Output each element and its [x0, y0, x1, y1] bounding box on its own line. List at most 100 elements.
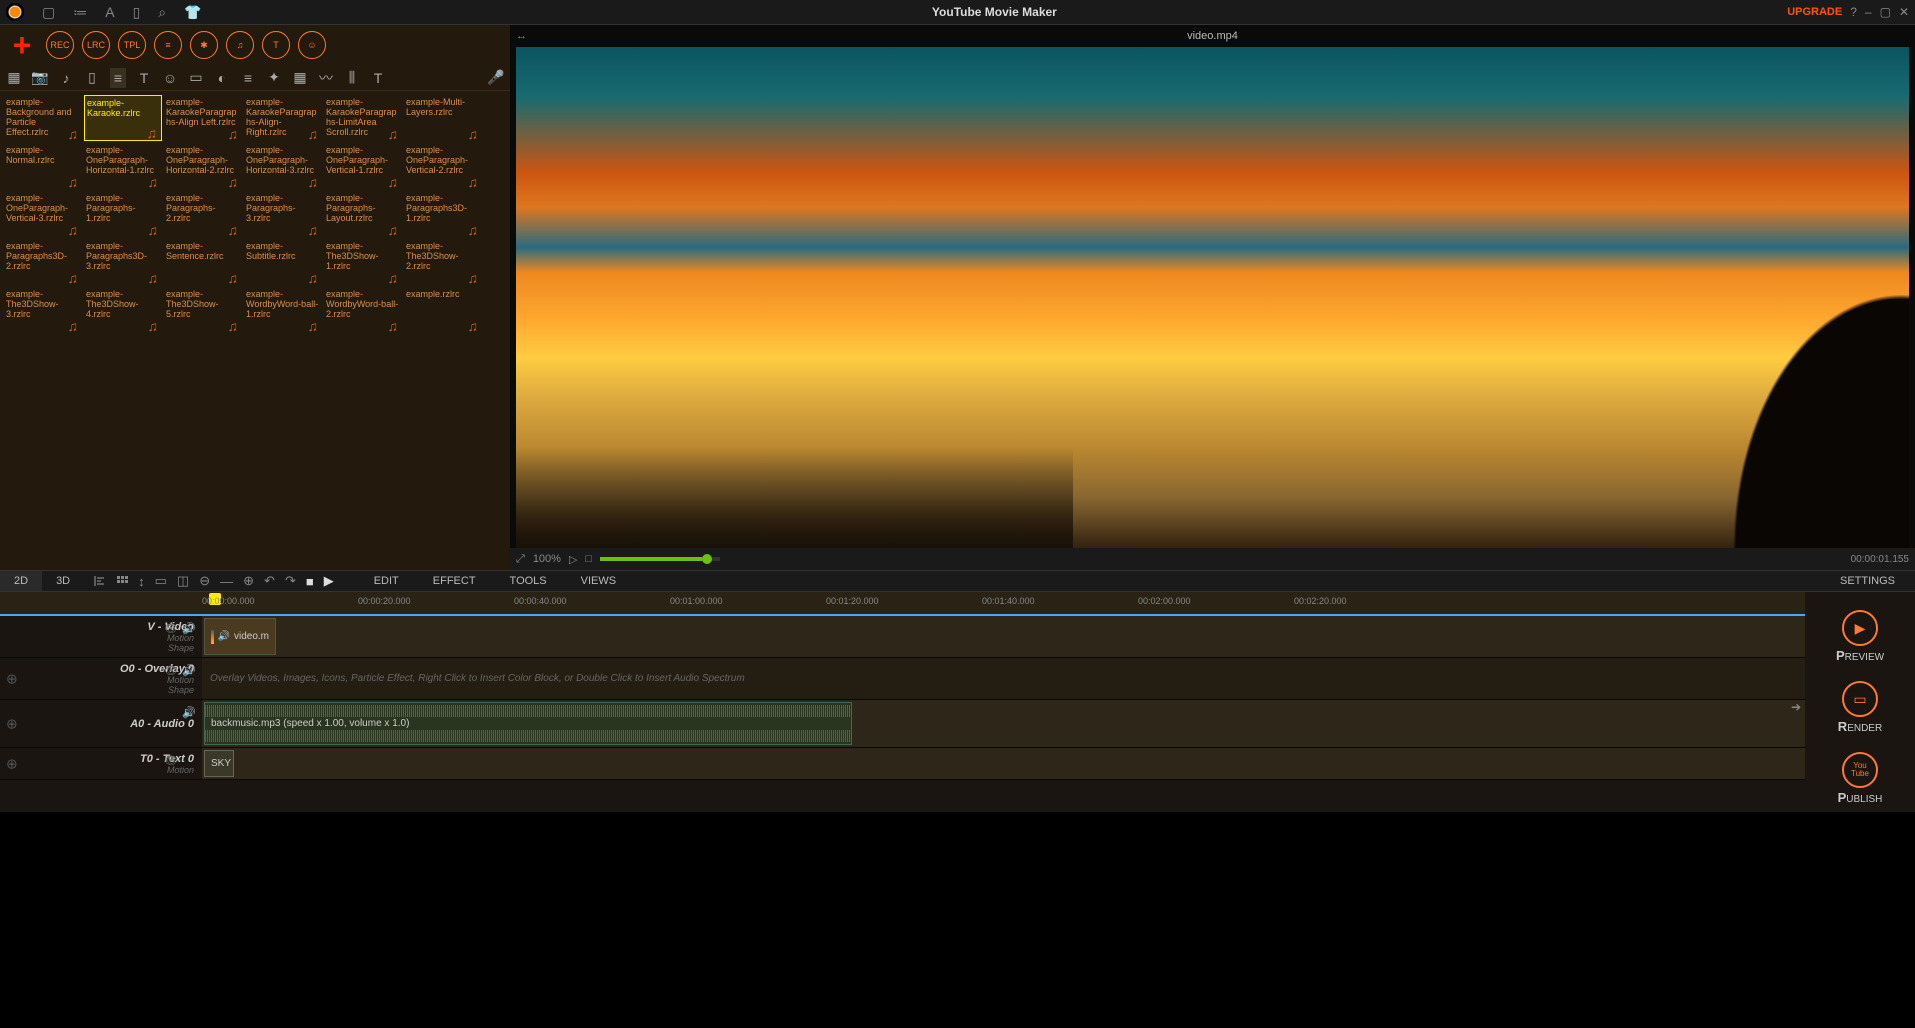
track-audio-mute-icon[interactable]: 🔊 — [182, 706, 196, 719]
play-icon[interactable]: ▷ — [569, 553, 577, 566]
menu-edit[interactable]: EDIT — [374, 575, 399, 587]
select-icon[interactable]: ▭ — [155, 573, 167, 589]
clip-audio[interactable]: backmusic.mp3 (speed x 1.00, volume x 1.… — [204, 702, 852, 745]
file-item[interactable]: example-KaraokeParagraphs-LimitArea Scro… — [324, 95, 402, 141]
filter-transition-icon[interactable]: ▭ — [188, 69, 204, 86]
file-item[interactable]: example-WordbyWord-ball-2.rzlrc — [324, 287, 402, 333]
preview-action[interactable]: ▶ PREVIEW — [1836, 610, 1884, 663]
filter-video-icon[interactable]: ▯ — [84, 69, 100, 86]
filter-lyric-icon[interactable]: ≡ — [110, 68, 126, 88]
menu-views[interactable]: VIEWS — [581, 575, 616, 587]
filter-all-icon[interactable]: ▦ — [6, 69, 22, 86]
music-button[interactable]: ♫ — [226, 31, 254, 59]
filter-eq-icon[interactable]: ⫼ — [344, 69, 360, 86]
track-audio-add-icon[interactable]: ⊕ — [6, 715, 18, 732]
tpl-button[interactable]: TPL — [118, 31, 146, 59]
file-item[interactable]: example-OneParagraph-Horizontal-3.rzlrc — [244, 143, 322, 189]
redo-icon[interactable]: ↷ — [285, 573, 296, 589]
file-item[interactable]: example-Subtitle.rzlrc — [244, 239, 322, 285]
effect-button[interactable]: ✱ — [190, 31, 218, 59]
file-item[interactable]: example-KaraokeParagraphs-Align-Right.rz… — [244, 95, 322, 141]
zoom-out-icon[interactable]: ⊖ — [199, 573, 210, 589]
track-video-mute-icon[interactable]: 🔊 — [182, 622, 196, 635]
file-item[interactable]: example-OneParagraph-Vertical-1.rzlrc — [324, 143, 402, 189]
minimize-button[interactable]: – — [1865, 5, 1872, 19]
add-media-button[interactable]: + — [6, 29, 38, 61]
upgrade-link[interactable]: UPGRADE — [1787, 6, 1842, 18]
file-item[interactable]: example-Karaoke.rzlrc — [84, 95, 162, 141]
menu-tools[interactable]: TOOLS — [510, 575, 547, 587]
track-overlay-add-icon[interactable]: ⊕ — [6, 670, 18, 687]
menu-file-icon[interactable]: ▢ — [42, 4, 55, 21]
zoom-slider-icon[interactable]: — — [220, 574, 233, 589]
filter-wave-icon[interactable]: 〰 — [318, 68, 334, 88]
timeline-ruler[interactable]: 00:00:00.00000:00:20.00000:00:40.00000:0… — [0, 592, 1805, 616]
align-left-icon[interactable] — [94, 575, 106, 587]
help-button[interactable]: ? — [1850, 5, 1857, 19]
zoom-in-icon[interactable]: ⊕ — [243, 573, 254, 589]
rec-button[interactable]: REC — [46, 31, 74, 59]
maximize-button[interactable]: ▢ — [1880, 5, 1891, 19]
file-item[interactable]: example-The3DShow-5.rzlrc — [164, 287, 242, 333]
filter-sparkle-icon[interactable]: ✦ — [266, 69, 282, 86]
file-item[interactable]: example-The3DShow-4.rzlrc — [84, 287, 162, 333]
face-button[interactable]: ☺ — [298, 31, 326, 59]
menu-shirt-icon[interactable]: 👕 — [184, 4, 201, 21]
filter-list-icon[interactable]: ≡ — [240, 70, 256, 86]
file-item[interactable]: example-Sentence.rzlrc — [164, 239, 242, 285]
track-overlay-visibility-icon[interactable]: 👁 — [164, 664, 178, 677]
track-overlay-body[interactable]: Overlay Videos, Images, Icons, Particle … — [202, 658, 1805, 699]
file-item[interactable]: example-WordbyWord-ball-1.rzlrc — [244, 287, 322, 333]
file-item[interactable]: example-The3DShow-1.rzlrc — [324, 239, 402, 285]
sort-icon[interactable]: ↕ — [138, 574, 145, 589]
filter-emoji-icon[interactable]: ☺ — [162, 70, 178, 86]
file-item[interactable]: example-The3DShow-2.rzlrc — [404, 239, 482, 285]
fullscreen-icon[interactable]: ⤢ — [516, 553, 525, 566]
file-item[interactable]: example-Paragraphs3D-2.rzlrc — [4, 239, 82, 285]
menu-effect[interactable]: EFFECT — [433, 575, 476, 587]
menu-edit-icon[interactable]: A — [105, 4, 114, 20]
clip-text[interactable]: SKY — [204, 750, 234, 777]
filter-title-icon[interactable]: T — [370, 70, 386, 86]
clip-video[interactable]: 🔊video.m — [204, 618, 276, 655]
file-item[interactable]: example-Paragraphs-Layout.rzlrc — [324, 191, 402, 237]
list-button[interactable]: ≡ — [154, 31, 182, 59]
lrc-button[interactable]: LRC — [82, 31, 110, 59]
publish-action[interactable]: YouTube PUBLISH — [1838, 752, 1883, 805]
text-button[interactable]: T — [262, 31, 290, 59]
menu-list-icon[interactable]: ≔ — [73, 4, 87, 21]
track-video-body[interactable]: 🔊video.m — [202, 616, 1805, 657]
timeline-stop-icon[interactable]: ■ — [306, 574, 314, 589]
tab-3d[interactable]: 3D — [42, 571, 84, 591]
file-item[interactable]: example.rzlrc — [404, 287, 482, 333]
file-item[interactable]: example-The3DShow-3.rzlrc — [4, 287, 82, 333]
file-item[interactable]: example-Paragraphs3D-1.rzlrc — [404, 191, 482, 237]
preview-progress[interactable] — [600, 557, 720, 561]
file-item[interactable]: example-KaraokeParagraphs-Align Left.rzl… — [164, 95, 242, 141]
tab-2d[interactable]: 2D — [0, 571, 42, 591]
filter-audio-icon[interactable]: ♪ — [58, 70, 74, 86]
close-button[interactable]: ✕ — [1899, 5, 1909, 19]
file-item[interactable]: example-Multi-Layers.rzlrc — [404, 95, 482, 141]
track-audio-body[interactable]: backmusic.mp3 (speed x 1.00, volume x 1.… — [202, 700, 1805, 747]
render-action[interactable]: ▭ RENDER — [1838, 681, 1882, 734]
filter-contrast-icon[interactable]: ◐ — [214, 70, 230, 86]
file-item[interactable]: example-OneParagraph-Horizontal-2.rzlrc — [164, 143, 242, 189]
track-text-body[interactable]: SKY — [202, 748, 1805, 779]
preview-video[interactable] — [516, 47, 1909, 548]
filter-camera-icon[interactable]: 📷 — [32, 69, 48, 86]
grid-view-icon[interactable] — [116, 575, 128, 587]
timeline-play-icon[interactable]: ▶ — [324, 573, 334, 589]
file-item[interactable]: example-Paragraphs3D-3.rzlrc — [84, 239, 162, 285]
stop-icon[interactable]: □ — [585, 553, 592, 565]
file-item[interactable]: example-OneParagraph-Horizontal-1.rzlrc — [84, 143, 162, 189]
file-item[interactable]: example-Normal.rzlrc — [4, 143, 82, 189]
file-item[interactable]: example-OneParagraph-Vertical-3.rzlrc — [4, 191, 82, 237]
filter-mic-icon[interactable]: 🎤 — [488, 69, 504, 86]
file-item[interactable]: example-Paragraphs-2.rzlrc — [164, 191, 242, 237]
menu-panel-icon[interactable]: ▯ — [133, 4, 141, 21]
filter-overlay-icon[interactable]: ▦ — [292, 69, 308, 86]
file-item[interactable]: example-Background and Particle Effect.r… — [4, 95, 82, 141]
file-item[interactable]: example-OneParagraph-Vertical-2.rzlrc — [404, 143, 482, 189]
track-text-visibility-icon[interactable]: 👁 — [164, 754, 178, 767]
